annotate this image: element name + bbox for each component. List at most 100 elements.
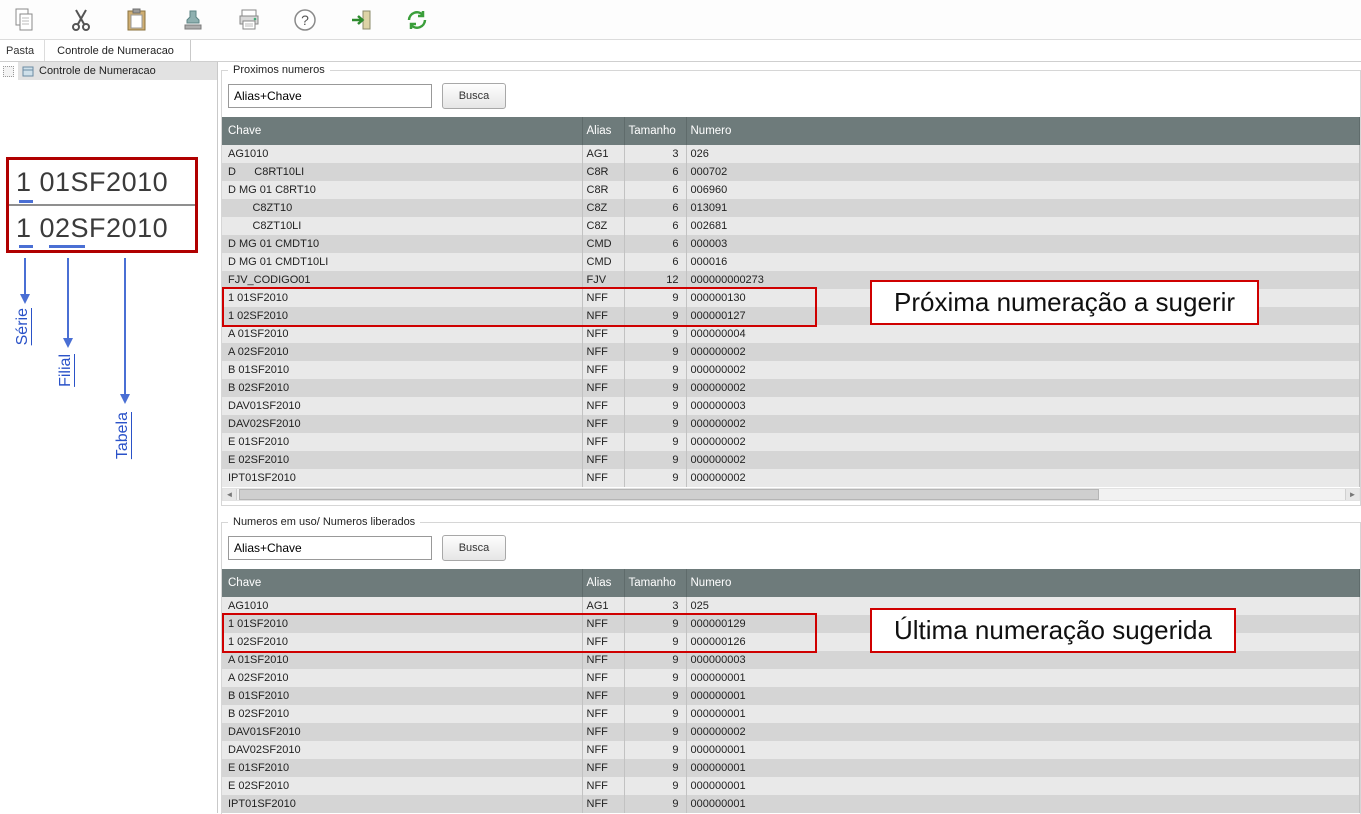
horizontal-scrollbar[interactable]: ◄ ►: [222, 488, 1360, 501]
cell-chave: 1 01SF2010: [222, 615, 582, 633]
cell-alias: AG1: [582, 145, 624, 163]
exit-icon[interactable]: [346, 5, 376, 35]
table-row[interactable]: B 02SF2010NFF9000000001: [222, 705, 1360, 723]
table-row[interactable]: E 01SF2010NFF9000000002: [222, 433, 1360, 451]
scroll-right-icon[interactable]: ►: [1345, 489, 1359, 500]
column-header-numero[interactable]: Numero: [686, 117, 1360, 145]
tree-panel: Controle de Numeracao 1 01SF2010 1 02SF2…: [0, 62, 218, 813]
cut-icon[interactable]: [66, 5, 96, 35]
table-row[interactable]: DAV01SF2010NFF9000000002: [222, 723, 1360, 741]
cell-chave: E 01SF2010: [222, 759, 582, 777]
cell-alias: NFF: [582, 759, 624, 777]
busca-button-2[interactable]: Busca: [442, 535, 506, 561]
label-tabela: Tabela: [114, 412, 132, 459]
grid-numeros-em-uso: Chave Alias Tamanho Numero AG1010AG13025…: [222, 569, 1360, 813]
cell-numero: 002681: [686, 217, 1360, 235]
table-row[interactable]: B 02SF2010NFF9000000002: [222, 379, 1360, 397]
tab-controle-de-numeracao[interactable]: Controle de Numeracao: [45, 40, 191, 61]
column-header-alias[interactable]: Alias: [582, 569, 624, 597]
cell-alias: NFF: [582, 379, 624, 397]
column-header-chave[interactable]: Chave: [222, 569, 582, 597]
cell-chave: DAV01SF2010: [222, 397, 582, 415]
cell-alias: NFF: [582, 741, 624, 759]
pasta-label: Pasta: [0, 40, 45, 61]
cell-tamanho: 9: [624, 379, 686, 397]
busca-button[interactable]: Busca: [442, 83, 506, 109]
scrollbar-thumb[interactable]: [239, 489, 1099, 500]
cell-alias: NFF: [582, 669, 624, 687]
cell-chave: A 01SF2010: [222, 325, 582, 343]
zoom-callout: 1 01SF2010 1 02SF2010: [6, 157, 198, 253]
print-icon[interactable]: [234, 5, 264, 35]
cell-numero: 000000004: [686, 325, 1360, 343]
table-row[interactable]: DAV01SF2010NFF9000000003: [222, 397, 1360, 415]
cell-numero: 000000002: [686, 361, 1360, 379]
tree-item-controle-de-numeracao[interactable]: Controle de Numeracao: [18, 62, 217, 80]
underline-serie: [19, 200, 33, 203]
cell-chave: FJV_CODIGO01: [222, 271, 582, 289]
table-row[interactable]: D MG 01 CMDT10LICMD6000016: [222, 253, 1360, 271]
cell-alias: NFF: [582, 705, 624, 723]
cell-tamanho: 9: [624, 615, 686, 633]
table-row[interactable]: E 02SF2010NFF9000000001: [222, 777, 1360, 795]
cell-tamanho: 9: [624, 289, 686, 307]
search-input-2[interactable]: [228, 536, 432, 560]
cell-chave: D MG 01 CMDT10LI: [222, 253, 582, 271]
cell-tamanho: 9: [624, 397, 686, 415]
table-row[interactable]: IPT01SF2010NFF9000000001: [222, 795, 1360, 813]
table-row[interactable]: D C8RT10LIC8R6000702: [222, 163, 1360, 181]
cell-alias: AG1: [582, 597, 624, 615]
cell-tamanho: 9: [624, 307, 686, 325]
cell-tamanho: 9: [624, 651, 686, 669]
underline-filial: [49, 245, 85, 248]
label-filial: Filial: [57, 354, 75, 387]
cell-alias: NFF: [582, 795, 624, 813]
table-row[interactable]: A 02SF2010NFF9000000001: [222, 669, 1360, 687]
column-header-tamanho[interactable]: Tamanho: [624, 117, 686, 145]
table-row[interactable]: D MG 01 C8RT10C8R6006960: [222, 181, 1360, 199]
arrow-tabela: [119, 258, 131, 409]
column-header-numero[interactable]: Numero: [686, 569, 1360, 597]
table-row[interactable]: B 01SF2010NFF9000000001: [222, 687, 1360, 705]
table-row[interactable]: IPT01SF2010NFF9000000002: [222, 469, 1360, 487]
search-input[interactable]: [228, 84, 432, 108]
cell-tamanho: 9: [624, 361, 686, 379]
column-header-alias[interactable]: Alias: [582, 117, 624, 145]
table-row[interactable]: A 01SF2010NFF9000000003: [222, 651, 1360, 669]
callout-line-1: 1 01SF2010: [9, 160, 195, 204]
cell-tamanho: 6: [624, 217, 686, 235]
cell-chave: C8ZT10LI: [222, 217, 582, 235]
label-serie: Série: [14, 308, 32, 345]
table-row[interactable]: DAV02SF2010NFF9000000001: [222, 741, 1360, 759]
cell-tamanho: 9: [624, 433, 686, 451]
cell-numero: 026: [686, 145, 1360, 163]
refresh-icon[interactable]: [402, 5, 432, 35]
table-row[interactable]: C8ZT10C8Z6013091: [222, 199, 1360, 217]
table-row[interactable]: A 01SF2010NFF9000000004: [222, 325, 1360, 343]
cell-alias: NFF: [582, 307, 624, 325]
tab-bar: Pasta Controle de Numeracao: [0, 40, 1361, 62]
cell-numero: 000000001: [686, 759, 1360, 777]
cell-numero: 000000001: [686, 741, 1360, 759]
paste-icon[interactable]: [122, 5, 152, 35]
table-row[interactable]: E 01SF2010NFF9000000001: [222, 759, 1360, 777]
cell-chave: DAV02SF2010: [222, 415, 582, 433]
table-row[interactable]: AG1010AG13026: [222, 145, 1360, 163]
column-header-chave[interactable]: Chave: [222, 117, 582, 145]
cell-alias: NFF: [582, 687, 624, 705]
stamp-icon[interactable]: [178, 5, 208, 35]
table-row[interactable]: B 01SF2010NFF9000000002: [222, 361, 1360, 379]
cell-chave: 1 01SF2010: [222, 289, 582, 307]
table-row[interactable]: C8ZT10LIC8Z6002681: [222, 217, 1360, 235]
table-row[interactable]: D MG 01 CMDT10CMD6000003: [222, 235, 1360, 253]
cell-numero: 000000003: [686, 397, 1360, 415]
table-row[interactable]: DAV02SF2010NFF9000000002: [222, 415, 1360, 433]
table-row[interactable]: E 02SF2010NFF9000000002: [222, 451, 1360, 469]
table-row[interactable]: A 02SF2010NFF9000000002: [222, 343, 1360, 361]
help-icon[interactable]: ?: [290, 5, 320, 35]
copy-icon[interactable]: [10, 5, 40, 35]
cell-numero: 000000002: [686, 415, 1360, 433]
tree-expander-icon[interactable]: [3, 66, 14, 77]
scroll-left-icon[interactable]: ◄: [223, 489, 237, 500]
column-header-tamanho[interactable]: Tamanho: [624, 569, 686, 597]
